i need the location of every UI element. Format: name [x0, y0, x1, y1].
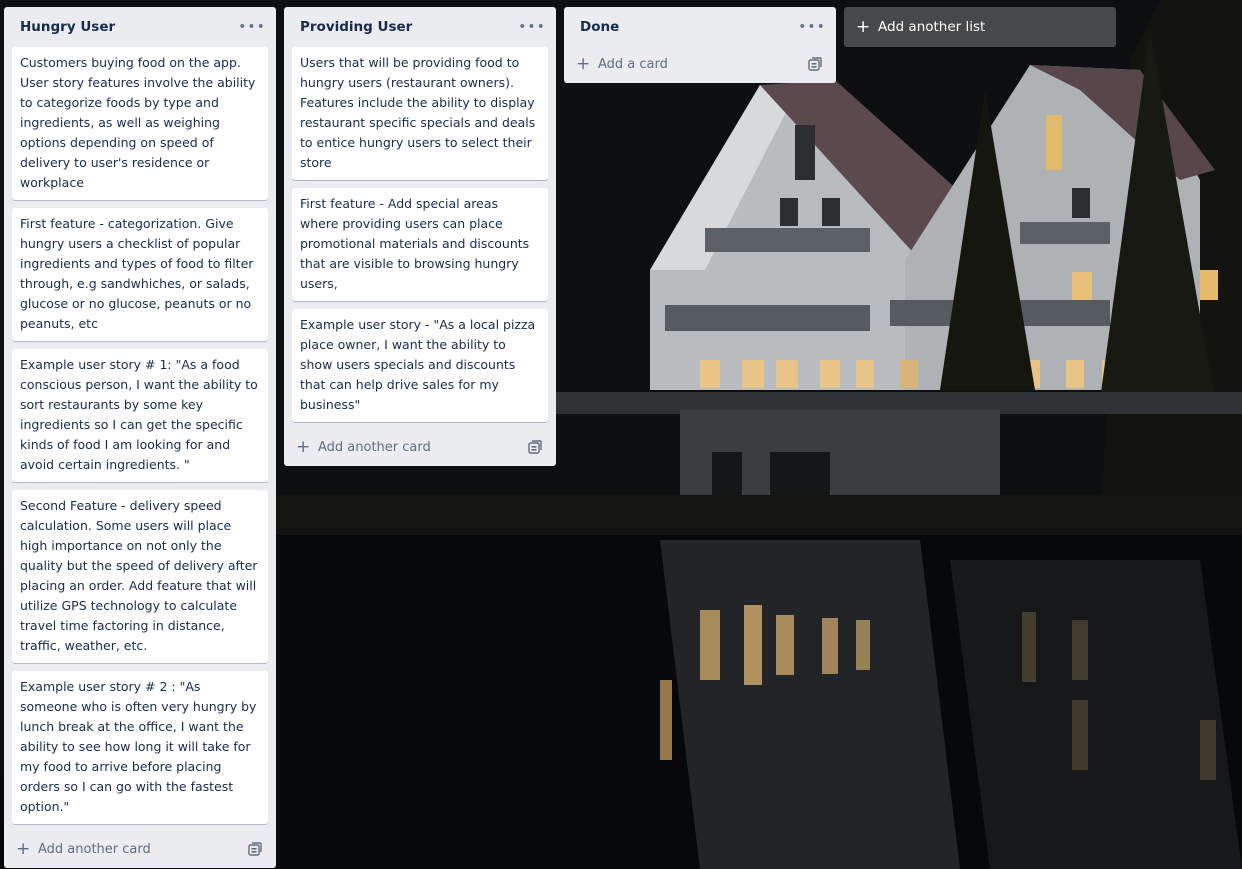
- list-title[interactable]: Done: [580, 19, 619, 35]
- list-header: Providing User •••: [292, 7, 548, 47]
- add-card-label: Add another card: [318, 439, 431, 455]
- board: Hungry User ••• Customers buying food on…: [0, 0, 1242, 869]
- list-footer: + Add another card: [292, 428, 548, 466]
- plus-icon: +: [16, 839, 31, 859]
- add-card-label: Add another card: [38, 841, 151, 857]
- add-list-label: Add another list: [878, 19, 986, 35]
- add-card-button[interactable]: + Add another card: [296, 437, 431, 457]
- card[interactable]: Customers buying food on the app. User s…: [12, 47, 268, 200]
- list-done: Done ••• + Add a card: [564, 7, 836, 83]
- list-providing-user: Providing User ••• Users that will be pr…: [284, 7, 556, 466]
- add-list-button[interactable]: + Add another list: [844, 7, 1116, 47]
- card-template-icon[interactable]: [246, 840, 264, 858]
- list-footer: + Add a card: [572, 45, 828, 83]
- add-card-label: Add a card: [598, 56, 668, 72]
- card[interactable]: Example user story - "As a local pizza p…: [292, 309, 548, 422]
- list-hungry-user: Hungry User ••• Customers buying food on…: [4, 7, 276, 868]
- card-template-icon[interactable]: [806, 55, 824, 73]
- card[interactable]: First feature - Add special areas where …: [292, 188, 548, 301]
- ellipsis-icon[interactable]: •••: [798, 15, 825, 39]
- card[interactable]: Second Feature - delivery speed calculat…: [12, 490, 268, 663]
- list-footer: + Add another card: [12, 830, 268, 868]
- add-card-button[interactable]: + Add another card: [16, 839, 151, 859]
- add-card-button[interactable]: + Add a card: [576, 54, 668, 74]
- card[interactable]: Example user story # 1: "As a food consc…: [12, 349, 268, 482]
- card-template-icon[interactable]: [526, 438, 544, 456]
- list-header: Hungry User •••: [12, 7, 268, 47]
- list-title[interactable]: Providing User: [300, 19, 412, 35]
- card[interactable]: First feature - categorization. Give hun…: [12, 208, 268, 341]
- list-title[interactable]: Hungry User: [20, 19, 115, 35]
- plus-icon: +: [296, 437, 311, 457]
- list-header: Done •••: [572, 7, 828, 47]
- ellipsis-icon[interactable]: •••: [238, 15, 265, 39]
- plus-icon: +: [576, 54, 591, 74]
- card[interactable]: Users that will be providing food to hun…: [292, 47, 548, 180]
- ellipsis-icon[interactable]: •••: [518, 15, 545, 39]
- card[interactable]: Example user story # 2 : "As someone who…: [12, 671, 268, 824]
- plus-icon: +: [856, 17, 871, 37]
